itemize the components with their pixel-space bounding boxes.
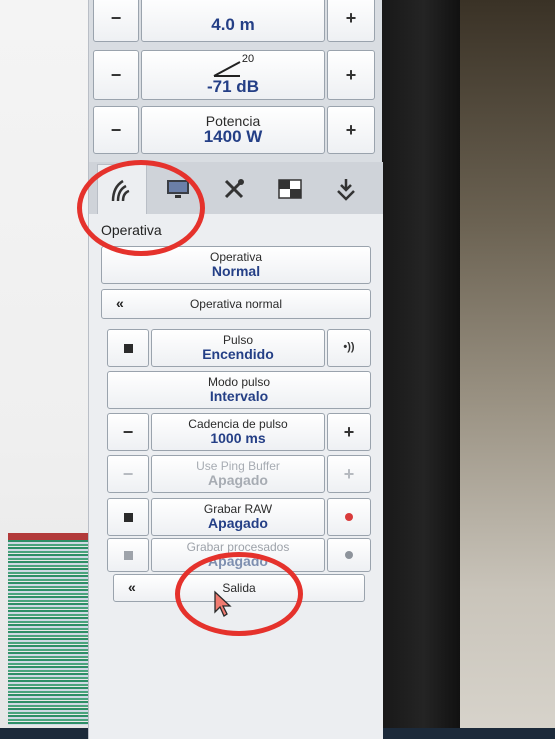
- gain-plus-button[interactable]: +: [327, 50, 375, 100]
- grabar-procesados-stop-button[interactable]: [107, 538, 149, 572]
- record-icon: [345, 551, 353, 559]
- ping-buffer-display[interactable]: Use Ping Buffer Apagado: [151, 455, 325, 493]
- stop-icon: [123, 343, 133, 353]
- power-label: Potencia: [205, 112, 261, 129]
- power-display[interactable]: Potencia 1400 W: [141, 106, 325, 154]
- room-background: [460, 0, 555, 739]
- record-icon: [345, 513, 353, 521]
- power-minus-button[interactable]: −: [93, 106, 139, 154]
- gain-minus-button[interactable]: −: [93, 50, 139, 100]
- control-panel: − 4.0 m + − 20 -71 dB + − Potencia 1400 …: [77, 0, 383, 739]
- operativa-value: Normal: [211, 262, 261, 279]
- annotation-circle-salida: [175, 552, 303, 636]
- cadencia-display[interactable]: Cadencia de pulso 1000 ms: [151, 413, 325, 451]
- pulso-value: Encendido: [202, 345, 274, 362]
- tools-icon: [224, 179, 244, 199]
- sound-icon: •)): [343, 341, 355, 354]
- pulso-display[interactable]: Pulso Encendido: [151, 329, 325, 367]
- annotation-circle-tab: [77, 160, 205, 256]
- gain-superscript: 20: [241, 53, 255, 66]
- cadencia-value: 1000 ms: [210, 429, 266, 446]
- download-icon: [337, 179, 355, 201]
- stop-icon: [123, 550, 133, 560]
- power-value: 1400 W: [203, 127, 263, 147]
- pulso-sound-button[interactable]: •)): [327, 329, 371, 367]
- tab-tools[interactable]: [209, 164, 259, 214]
- grabar-raw-record-button[interactable]: [327, 498, 371, 536]
- gain-value: -71 dB: [207, 76, 259, 96]
- modo-pulso-selector[interactable]: Modo pulso Intervalo: [107, 371, 371, 409]
- modo-pulso-value: Intervalo: [209, 387, 269, 404]
- power-plus-button[interactable]: +: [327, 106, 375, 154]
- grabar-raw-value: Apagado: [208, 514, 268, 531]
- grabar-procesados-record-button[interactable]: [327, 538, 371, 572]
- tab-download[interactable]: [321, 164, 371, 214]
- operativa-normal-label: Operativa normal: [189, 296, 283, 311]
- tab-layout[interactable]: [265, 164, 315, 214]
- back-arrow-icon: «: [116, 295, 124, 311]
- grabar-raw-stop-button[interactable]: [107, 498, 149, 536]
- back-arrow-icon: «: [128, 579, 136, 595]
- gain-display[interactable]: 20 -71 dB: [141, 50, 325, 100]
- gain-ramp-icon: [213, 60, 241, 77]
- cadencia-minus-button[interactable]: −: [107, 413, 149, 451]
- ping-buffer-plus-button[interactable]: +: [327, 455, 371, 493]
- layout-icon: [278, 179, 302, 199]
- depth-minus-button[interactable]: −: [93, 0, 139, 42]
- ping-buffer-minus-button[interactable]: −: [107, 455, 149, 493]
- grabar-raw-display[interactable]: Grabar RAW Apagado: [151, 498, 325, 536]
- gain-content: 20: [212, 54, 254, 78]
- depth-plus-button[interactable]: +: [327, 0, 375, 42]
- pulso-stop-button[interactable]: [107, 329, 149, 367]
- operativa-normal-button[interactable]: « Operativa normal: [101, 289, 371, 319]
- stop-icon: [123, 512, 133, 522]
- cadencia-plus-button[interactable]: +: [327, 413, 371, 451]
- ping-buffer-value: Apagado: [208, 471, 268, 488]
- monitor-bezel: [370, 0, 460, 739]
- depth-display[interactable]: 4.0 m: [141, 0, 325, 42]
